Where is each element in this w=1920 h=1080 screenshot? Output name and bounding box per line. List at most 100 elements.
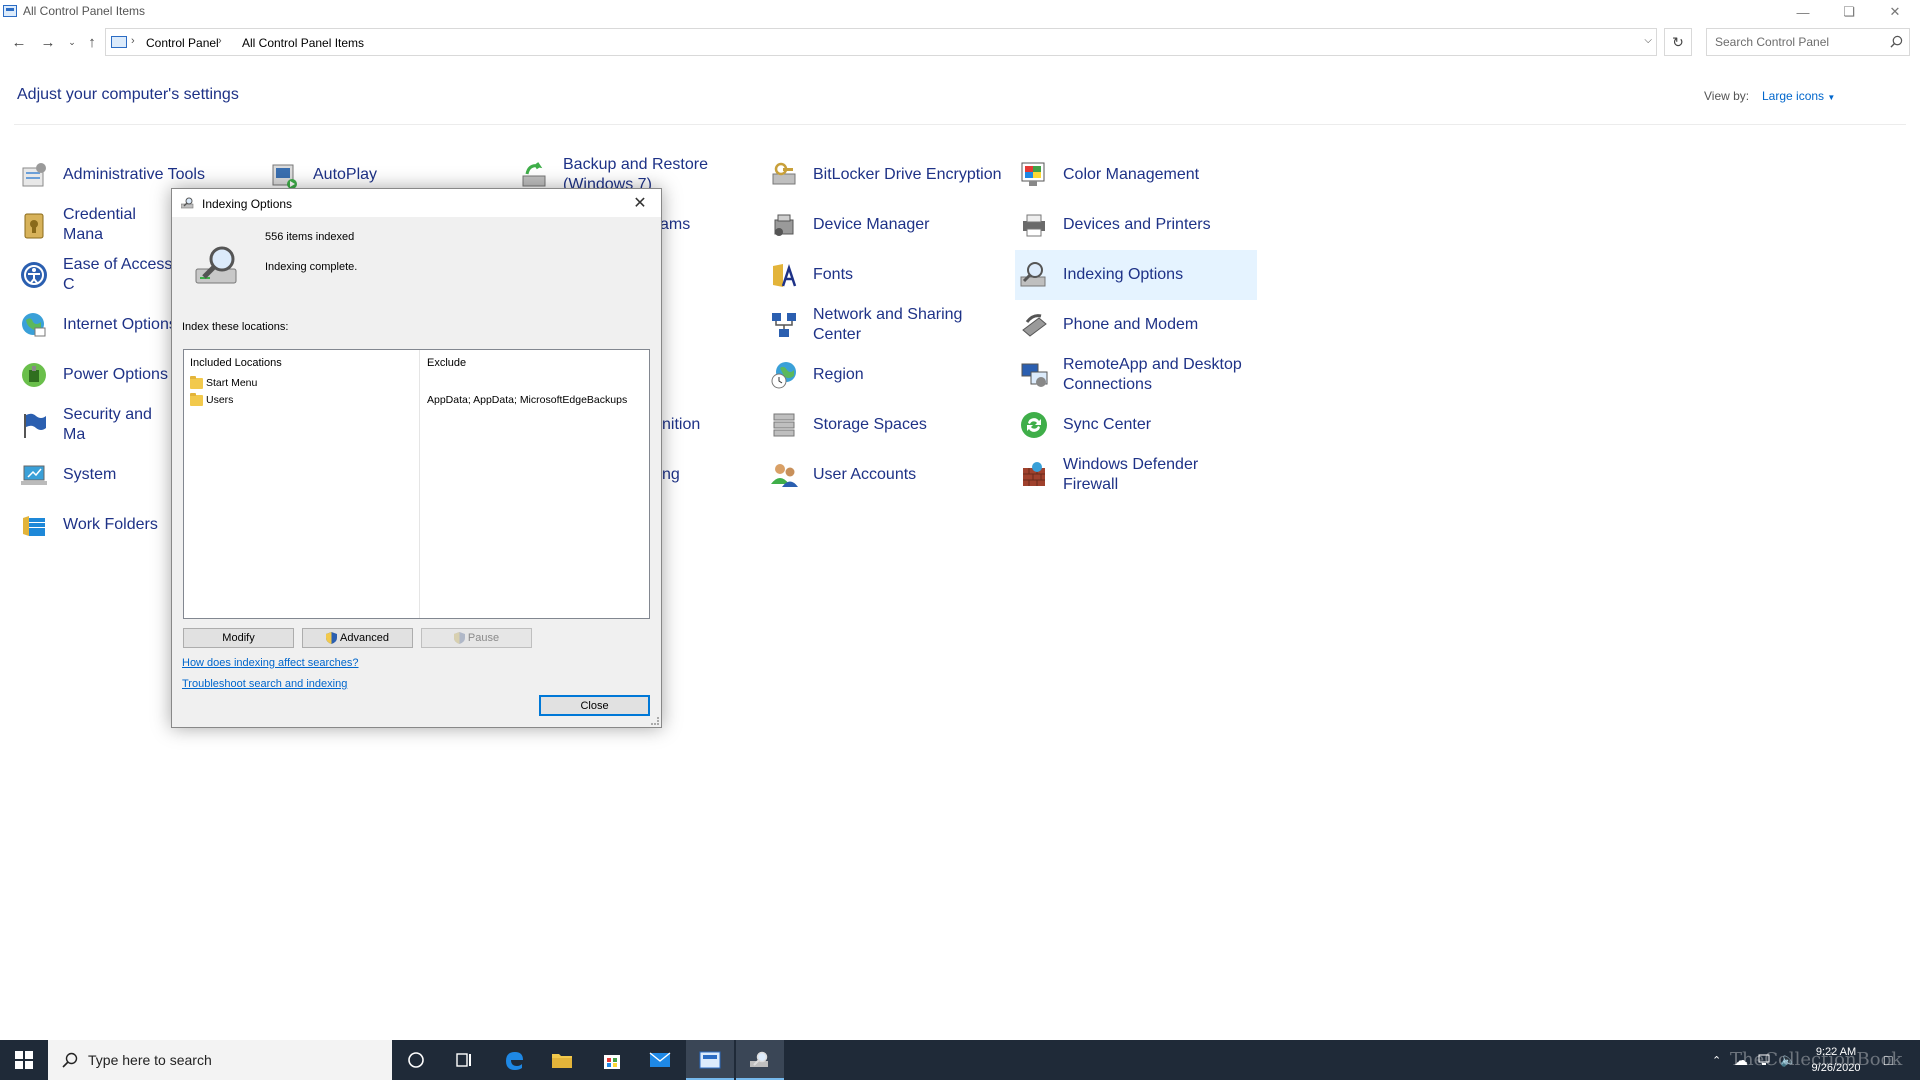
item-phone-modem[interactable]: Phone and Modem <box>1017 301 1257 349</box>
item-label: Region <box>813 366 864 383</box>
edge-icon[interactable] <box>490 1040 538 1080</box>
item-label: RemoteApp and Desktop Connections <box>1063 356 1242 393</box>
up-arrow-icon[interactable]: ↑ <box>81 32 103 52</box>
indexing-drive-icon <box>195 246 237 284</box>
col-exclude-header[interactable]: Exclude <box>427 357 466 369</box>
minimize-button[interactable]: — <box>1780 0 1826 24</box>
table-row[interactable]: Users AppData; AppData; MicrosoftEdgeBac… <box>184 392 649 408</box>
item-label: Credential Mana <box>63 206 136 243</box>
item-label: Fonts <box>813 266 854 283</box>
view-by-label: View by: <box>1704 89 1750 103</box>
credential-manager-icon <box>17 208 51 242</box>
task-view-icon[interactable] <box>440 1040 488 1080</box>
item-label: nition <box>662 416 701 433</box>
control-panel-icon <box>111 36 127 48</box>
item-label: Phone and Modem <box>1063 316 1199 333</box>
item-color-management[interactable]: Color Management <box>1017 151 1257 199</box>
indexing-status: Indexing complete. <box>265 261 358 273</box>
item-label: Power Options <box>63 366 168 383</box>
pause-button[interactable]: Pause <box>421 628 532 648</box>
notifications-icon[interactable]: □ <box>1884 1040 1892 1080</box>
item-region[interactable]: Region <box>767 351 1007 399</box>
item-internet-options[interactable]: Internet Options <box>17 301 177 349</box>
system-icon <box>17 458 51 492</box>
item-device-manager[interactable]: Device Manager <box>767 201 1007 249</box>
control-panel-taskbar-icon[interactable] <box>686 1040 734 1080</box>
breadcrumb-all-items[interactable]: All Control Panel Items <box>242 36 364 50</box>
recent-locations-chevron-icon[interactable]: ⌄ <box>61 32 83 52</box>
indexing-options-icon <box>1017 258 1051 292</box>
item-system[interactable]: System <box>17 451 177 499</box>
table-row[interactable]: Start Menu <box>184 375 649 391</box>
indexing-options-taskbar-icon[interactable] <box>736 1040 784 1080</box>
file-explorer-icon[interactable] <box>538 1040 586 1080</box>
taskbar-search[interactable]: Type here to search <box>48 1040 392 1080</box>
cortana-icon[interactable] <box>392 1040 440 1080</box>
item-devices-printers[interactable]: Devices and Printers <box>1017 201 1257 249</box>
taskbar: Type here to search TheCollectionBook ⌃ … <box>0 1040 1920 1080</box>
breadcrumb-control-panel[interactable]: Control Panel <box>146 36 219 50</box>
item-label: Devices and Printers <box>1063 216 1211 233</box>
item-programs-partial[interactable]: ams <box>660 201 740 249</box>
item-label: Color Management <box>1063 166 1200 183</box>
start-button[interactable] <box>0 1040 48 1080</box>
network-tray-icon[interactable] <box>1758 1040 1774 1080</box>
modify-button[interactable]: Modify <box>183 628 294 648</box>
search-icon <box>1890 35 1903 48</box>
address-bar[interactable]: › Control Panel › All Control Panel Item… <box>105 28 1657 56</box>
item-label: Windows Defender Firewall <box>1063 456 1199 493</box>
network-icon <box>767 308 801 342</box>
back-arrow-icon[interactable]: ← <box>8 32 30 52</box>
item-speech-partial[interactable]: nition <box>662 401 742 449</box>
dialog-title: Indexing Options <box>202 197 293 211</box>
item-taskbar-partial[interactable]: ng <box>662 451 742 499</box>
close-button[interactable]: Close <box>539 695 650 716</box>
resize-grip-icon[interactable] <box>651 717 659 725</box>
device-manager-icon <box>767 208 801 242</box>
volume-icon[interactable]: 🔈 <box>1780 1040 1796 1080</box>
dialog-title-bar: Indexing Options ✕ <box>172 189 661 217</box>
advanced-button[interactable]: Advanced <box>302 628 413 648</box>
item-ease-of-access[interactable]: Ease of Access C <box>17 251 177 299</box>
store-icon[interactable] <box>588 1040 636 1080</box>
close-icon[interactable]: ✕ <box>625 191 655 215</box>
forward-arrow-icon[interactable]: → <box>37 32 59 52</box>
item-bitlocker[interactable]: BitLocker Drive Encryption <box>767 151 1007 199</box>
location-name: Users <box>206 394 234 406</box>
item-network-sharing[interactable]: Network and Sharing Center <box>767 301 1007 349</box>
control-panel-icon <box>3 5 17 17</box>
refresh-button[interactable]: ↻ <box>1664 28 1692 56</box>
location-exclude: AppData; AppData; MicrosoftEdgeBackups <box>427 394 628 406</box>
item-security-maintenance[interactable]: Security and Ma <box>17 401 177 449</box>
item-remoteapp[interactable]: RemoteApp and Desktop Connections <box>1017 351 1257 399</box>
phone-modem-icon <box>1017 308 1051 342</box>
onedrive-cloud-icon[interactable]: ☁ <box>1734 1040 1748 1080</box>
item-windows-firewall[interactable]: Windows Defender Firewall <box>1017 451 1257 499</box>
chevron-down-icon[interactable]: ⌵ <box>1644 35 1652 46</box>
modify-label: Modify <box>222 632 255 644</box>
troubleshoot-link[interactable]: Troubleshoot search and indexing <box>182 678 347 690</box>
taskbar-clock[interactable]: 9:22 AM 9/26/2020 <box>1800 1044 1872 1076</box>
color-management-icon <box>1017 158 1051 192</box>
item-label: Work Folders <box>63 516 158 533</box>
close-window-button[interactable]: ✕ <box>1872 0 1918 24</box>
indexing-options-dialog: Indexing Options ✕ 556 items indexed Ind… <box>171 188 662 728</box>
restore-button[interactable]: ❏ <box>1826 0 1872 24</box>
search-box[interactable] <box>1706 28 1910 56</box>
item-work-folders[interactable]: Work Folders <box>17 501 177 549</box>
item-user-accounts[interactable]: User Accounts <box>767 451 1007 499</box>
item-credential-manager[interactable]: Credential Mana <box>17 201 177 249</box>
col-included-header[interactable]: Included Locations <box>190 357 282 369</box>
item-fonts[interactable]: Fonts <box>767 251 1007 299</box>
ease-of-access-icon <box>17 258 51 292</box>
item-power-options[interactable]: Power Options <box>17 351 177 399</box>
search-input[interactable] <box>1715 30 1885 54</box>
item-sync-center[interactable]: Sync Center <box>1017 401 1257 449</box>
locations-list[interactable]: Included Locations Exclude Start Menu Us… <box>183 349 650 619</box>
item-indexing-options[interactable]: Indexing Options <box>1015 250 1257 300</box>
show-hidden-icons-chevron-icon[interactable]: ⌃ <box>1712 1040 1721 1080</box>
view-by-dropdown[interactable]: Large icons ▼ <box>1762 89 1835 103</box>
indexing-help-link[interactable]: How does indexing affect searches? <box>182 657 359 669</box>
mail-icon[interactable] <box>636 1040 684 1080</box>
item-storage-spaces[interactable]: Storage Spaces <box>767 401 1007 449</box>
